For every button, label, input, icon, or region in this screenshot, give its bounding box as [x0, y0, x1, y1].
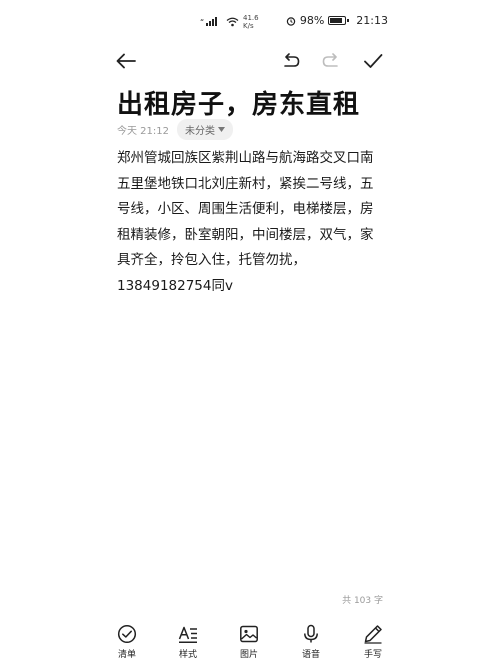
- clock-time: 21:13: [356, 14, 388, 27]
- note-meta: 今天 21:12 未分类: [117, 119, 233, 140]
- style-label: 样式: [178, 650, 197, 660]
- note-date: 今天 21:12: [117, 126, 169, 137]
- body-line: 具齐全，拎包入住，托管勿扰，: [117, 252, 306, 268]
- handwrite-label: 手写: [363, 650, 382, 660]
- save-check-button[interactable]: [360, 48, 386, 74]
- image-button[interactable]: 图片: [229, 624, 269, 660]
- redo-button[interactable]: [318, 48, 344, 74]
- checklist-label: 清单: [117, 650, 136, 660]
- check-circle-icon: [117, 624, 137, 644]
- status-system: 98% 21:13: [286, 14, 388, 27]
- image-label: 图片: [239, 650, 258, 660]
- network-speed-unit: K/s: [243, 22, 254, 30]
- caret-down-icon: [218, 127, 225, 132]
- voice-label: 语音: [301, 650, 320, 660]
- battery-percent: 98%: [299, 14, 325, 27]
- word-count: 共 103 字: [342, 596, 383, 606]
- body-line: 郑州管城回族区紫荆山路与航海路交叉口南: [117, 150, 374, 166]
- svg-text:“: “: [200, 18, 204, 27]
- status-bar: “ 41.6 K/s 98% 21:13: [0, 0, 500, 40]
- network-speed-value: 41.6: [243, 14, 259, 22]
- undo-icon: [282, 53, 300, 69]
- bottom-toolbar: 清单 样式 图片 语音 手写: [0, 622, 500, 666]
- back-button[interactable]: [113, 48, 139, 74]
- status-connectivity: “ 41.6 K/s: [200, 14, 259, 30]
- note-title[interactable]: 出租房子，房东直租: [117, 84, 360, 121]
- image-icon: [239, 624, 259, 644]
- checkmark-icon: [363, 53, 383, 69]
- network-speed: 41.6 K/s: [243, 14, 259, 30]
- alarm-icon: [286, 16, 296, 26]
- body-line: 13849182754同v: [117, 277, 233, 294]
- voice-button[interactable]: 语音: [291, 624, 331, 660]
- undo-button[interactable]: [278, 48, 304, 74]
- note-body[interactable]: 郑州管城回族区紫荆山路与航海路交叉口南 五里堡地铁口北刘庄新村，紧挨二号线，五 …: [117, 146, 385, 299]
- redo-icon: [322, 53, 340, 69]
- category-dropdown[interactable]: 未分类: [177, 119, 233, 140]
- signal-icon: “: [200, 17, 222, 27]
- category-label: 未分类: [185, 126, 215, 137]
- body-line: 五里堡地铁口北刘庄新村，紧挨二号线，五: [117, 175, 374, 192]
- style-button[interactable]: 样式: [168, 624, 208, 660]
- wifi-icon: [226, 17, 239, 27]
- pen-icon: [363, 624, 383, 644]
- body-line: 号线，小区、周围生活便利，电梯楼层，房: [117, 201, 374, 217]
- text-format-icon: [178, 624, 198, 644]
- notes-editor-screen: “ 41.6 K/s 98% 21:13 出租房子，房东直租 今天 21:12 …: [0, 0, 500, 666]
- handwrite-button[interactable]: 手写: [353, 624, 393, 660]
- editor-toolbar: [0, 46, 500, 76]
- body-line: 租精装修，卧室朝阳，中间楼层，双气，家: [117, 226, 374, 243]
- arrow-left-icon: [116, 53, 136, 69]
- checklist-button[interactable]: 清单: [107, 624, 147, 660]
- microphone-icon: [301, 624, 321, 644]
- battery-icon: [328, 16, 350, 25]
